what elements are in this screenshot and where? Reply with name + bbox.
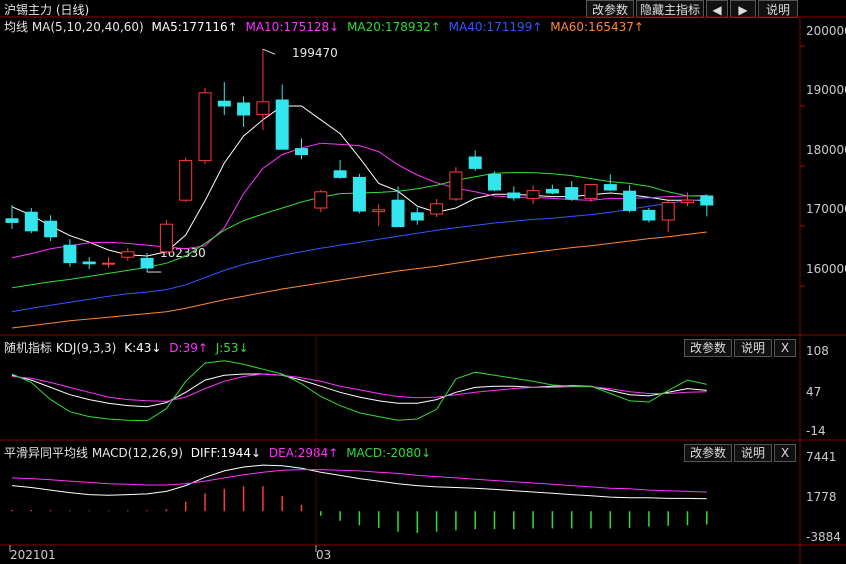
candle-body — [159, 223, 173, 253]
ma-line-ma60 — [11, 231, 707, 329]
candle-body — [333, 170, 347, 178]
candle-body — [488, 173, 501, 191]
candle-body — [198, 92, 212, 162]
chart-canvas[interactable] — [0, 0, 846, 564]
candle-body — [603, 184, 617, 191]
candle-body — [642, 209, 656, 221]
candle-body — [430, 203, 444, 215]
ma-line-ma40 — [11, 198, 707, 313]
candle-body — [526, 190, 540, 199]
candle-body — [140, 257, 154, 269]
candle-body — [295, 148, 308, 156]
candle-body — [237, 102, 251, 116]
candle-body — [24, 211, 38, 232]
candle-body — [179, 160, 193, 201]
candle-body — [449, 171, 463, 200]
kdj-line-j — [11, 360, 707, 422]
candle-body — [217, 100, 231, 107]
candle-body — [82, 261, 96, 265]
candle-body — [700, 195, 714, 206]
candle-body — [565, 187, 579, 200]
candle-body — [256, 101, 270, 115]
macd-line-diff — [11, 464, 707, 500]
candle-body — [121, 251, 135, 258]
candle-body — [102, 262, 115, 265]
candle-body — [584, 184, 598, 199]
candle-body — [275, 99, 289, 150]
macd-line-dea — [11, 469, 707, 493]
candle-body — [391, 199, 405, 228]
high-annotation-leader — [262, 48, 276, 55]
candle-body — [661, 202, 675, 221]
candle-body — [410, 212, 424, 221]
candle-body — [44, 220, 58, 238]
candle-body — [5, 218, 19, 223]
candle-body — [623, 190, 637, 211]
candle-body — [63, 244, 77, 264]
candle-body — [507, 192, 521, 199]
candle-body — [314, 191, 328, 209]
candle-body — [352, 176, 366, 212]
candle-body — [372, 209, 386, 213]
candle-body — [545, 188, 559, 194]
candle-body — [468, 156, 482, 169]
candle-body — [681, 199, 694, 204]
